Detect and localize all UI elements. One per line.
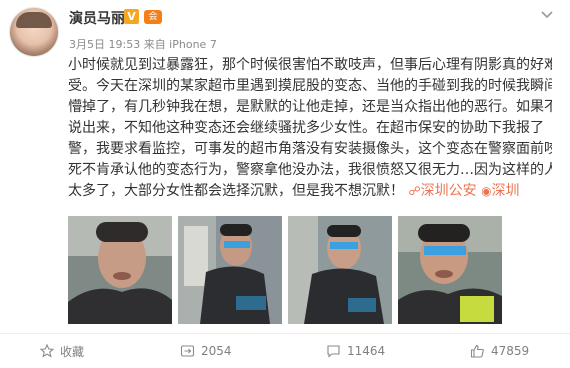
- post-text-ending: 太多了，大部分女性都会选择沉默，但是我不想沉默！: [68, 183, 404, 199]
- repost-icon: [180, 345, 195, 357]
- post-text-line: 受。今天在深圳的某家超市里遇到摸屁股的变态、当他的手碰到我的时候我瞬间: [68, 78, 552, 94]
- comment-count: 11464: [347, 344, 386, 358]
- post-meta: 3月5日 19:53 来自 iPhone 7: [69, 38, 217, 51]
- post-text-last-line: 太多了，大部分女性都会选择沉默，但是我不想沉默！ ☍深圳公安 ◉深圳: [68, 181, 552, 202]
- comment-button[interactable]: 11464: [326, 334, 385, 368]
- star-icon: [40, 344, 54, 358]
- thumbs-up-icon: [470, 344, 484, 358]
- link-icon: ☍: [408, 184, 421, 198]
- post-text: 小时候就见到过暴露狂，那个时候很害怕不敢吱声，但事后心理有阴影真的好难 受。今天…: [68, 55, 552, 202]
- post-text-line: 小时候就见到过暴露狂，那个时候很害怕不敢吱声，但事后心理有阴影真的好难: [68, 57, 552, 73]
- avatar[interactable]: [10, 8, 58, 56]
- post-text-line: 说出来，不知他这种变态还会继续骚扰多少女性。在超市保安的协助下我报了: [68, 120, 544, 136]
- favorite-label: 收藏: [60, 344, 85, 359]
- post-photo-2[interactable]: [178, 216, 282, 324]
- verified-badge: V: [124, 9, 139, 24]
- post-text-line: 警，我要求看监控，可事发的超市角落没有安装摄像头，这个变态在警察面前咬: [68, 141, 552, 157]
- like-button[interactable]: 47859: [470, 334, 529, 368]
- like-count: 47859: [491, 344, 530, 358]
- favorite-button[interactable]: 收藏: [40, 334, 84, 368]
- username[interactable]: 演员马丽: [69, 8, 125, 28]
- link-shenzhen-location[interactable]: 深圳: [492, 183, 520, 199]
- repost-count: 2054: [201, 344, 232, 358]
- post-photo-4[interactable]: [398, 216, 502, 324]
- comment-icon: [327, 345, 340, 358]
- post-photo-3[interactable]: [288, 216, 392, 324]
- chevron-down-icon[interactable]: [540, 7, 554, 21]
- link-shenzhen-police[interactable]: 深圳公安: [421, 183, 477, 199]
- post-text-line: 死不肯承认他的变态行为，警察拿他没办法，我很愤怒又很无力…因为这样的人: [68, 162, 552, 178]
- vip-badge: 会: [144, 10, 162, 24]
- post-photo-1[interactable]: [68, 216, 172, 324]
- action-bar: 收藏 2054 11464 47859: [0, 333, 570, 368]
- location-icon: ◉: [481, 184, 492, 198]
- repost-button[interactable]: 2054: [180, 334, 232, 368]
- post-text-line: 懵掉了，有几秒钟我在想，是默默的让他走掉，还是当众指出他的恶行。如果不: [68, 99, 552, 115]
